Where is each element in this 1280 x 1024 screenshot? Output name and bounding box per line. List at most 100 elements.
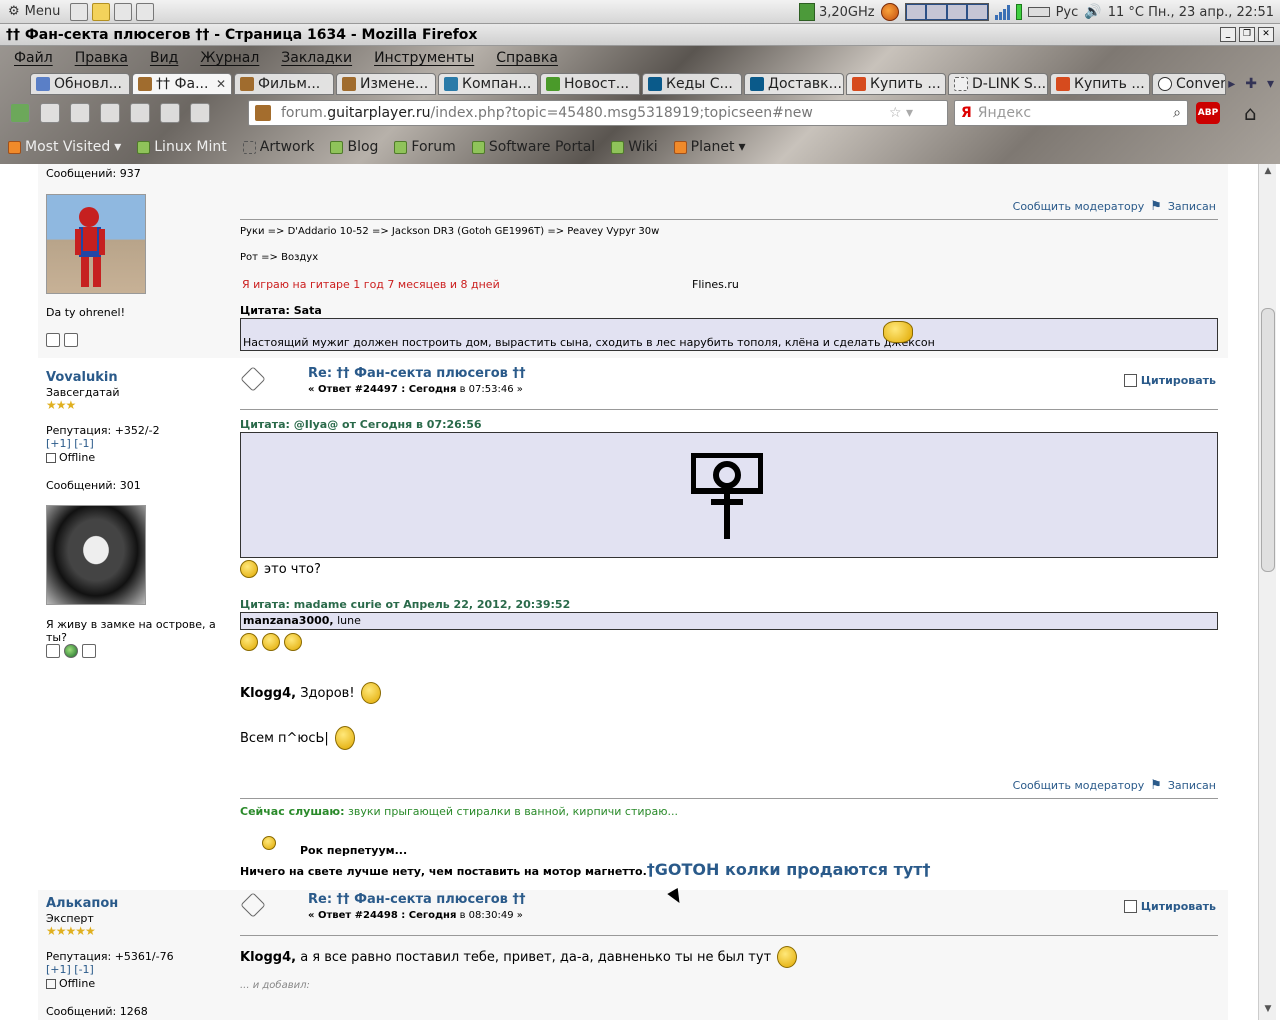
window-titlebar[interactable]: †† Фан-секта плюсегов †† - Страница 1634…	[0, 24, 1280, 46]
rss-icon	[673, 140, 687, 154]
firefox-taskbar-icon[interactable]	[880, 3, 899, 21]
bookmark-wiki[interactable]: Wiki	[603, 139, 665, 155]
back-icon[interactable]	[160, 103, 180, 123]
folder-launcher-icon[interactable]	[92, 2, 111, 21]
url-domain: guitarplayer.ru	[327, 105, 431, 121]
menu-history[interactable]: Журнал	[186, 48, 267, 70]
tab-label: †† Фа...	[156, 76, 209, 92]
addon-icon[interactable]	[100, 103, 120, 123]
report-moderator-link[interactable]: Сообщить модератору	[1013, 779, 1145, 792]
url-prefix: forum.	[281, 105, 328, 121]
forward-icon[interactable]	[190, 103, 210, 123]
browser-tab[interactable]: D-LINK S...	[948, 73, 1048, 95]
username-link[interactable]: Vovalukin	[46, 370, 118, 385]
menu-file[interactable]: Файл	[0, 48, 61, 70]
bookmark-planet[interactable]: Planet ▾	[666, 139, 754, 155]
bookmark-blog[interactable]: Blog	[322, 139, 386, 155]
menu-bookmarks[interactable]: Закладки	[267, 48, 360, 70]
quote-button[interactable]: Цитировать	[1123, 374, 1216, 387]
browser-tab-active[interactable]: †† Фа... ✕	[132, 73, 232, 95]
scroll-up-icon[interactable]: ▲	[1261, 166, 1275, 180]
page-scrollbar[interactable]: ▲ ▼	[1258, 164, 1276, 1020]
browser-tab[interactable]: Новост...	[540, 73, 640, 95]
post-text: Здоров!	[296, 685, 355, 701]
home-icon[interactable]: ⌂	[1244, 102, 1266, 124]
user-reputation: Репутация: +5361/-76	[46, 950, 174, 963]
addon-icon[interactable]	[70, 103, 90, 123]
post-meta: « Ответ #24498 : Сегодня в 08:30:49 »	[308, 910, 523, 921]
settings-launcher-icon[interactable]	[136, 2, 155, 21]
user-message-count: Сообщений: 1268	[46, 1005, 148, 1018]
website-globe-icon[interactable]	[64, 644, 78, 658]
minimize-button[interactable]: _	[1220, 27, 1236, 42]
user-reputation: Репутация: +352/-2	[46, 424, 160, 437]
maximize-button[interactable]: ❐	[1239, 27, 1255, 42]
site-identity-icon[interactable]	[255, 105, 271, 121]
browser-tab[interactable]: Компан...	[438, 73, 538, 95]
post-title-link[interactable]: Re: †† Фан-секта плюсегов ††	[308, 366, 525, 381]
new-tab-icon[interactable]: ✚	[1245, 76, 1257, 92]
flines-link[interactable]: Flines.ru	[692, 278, 739, 291]
tab-close-icon[interactable]: ✕	[216, 77, 226, 91]
url-bar[interactable]: forum. guitarplayer.ru/index.php?topic=45…	[248, 100, 948, 126]
browser-tab[interactable]: Кеды С...	[642, 73, 742, 95]
scrollbar-thumb[interactable]	[1261, 308, 1275, 572]
bookmark-star-icon[interactable]: ☆ ▾	[889, 105, 947, 121]
addon-icon[interactable]	[40, 103, 60, 123]
battery-icon[interactable]	[1015, 4, 1022, 20]
smiley-icon	[262, 836, 276, 850]
network-signal-icon[interactable]	[994, 4, 1010, 20]
search-engine-icon[interactable]: Я	[961, 105, 972, 121]
message-icon[interactable]	[64, 333, 78, 347]
browser-tab[interactable]: Доставк...	[744, 73, 844, 95]
username-link[interactable]: Алькапон	[46, 896, 118, 911]
bookmark-software-portal[interactable]: Software Portal	[464, 139, 603, 155]
volume-icon[interactable]: 🔊	[1084, 4, 1101, 20]
gotoh-link[interactable]: †GOTOH колки продаются тут†	[647, 860, 931, 879]
tab-scroll-right-icon[interactable]: ▸	[1228, 76, 1235, 92]
browser-tab[interactable]: Купить ...	[1050, 73, 1150, 95]
download-icon[interactable]	[10, 103, 30, 123]
quote-button[interactable]: Цитировать	[1123, 900, 1216, 913]
report-moderator-link[interactable]: Сообщить модератору	[1013, 200, 1145, 213]
terminal-launcher-icon[interactable]	[70, 2, 89, 21]
search-placeholder: Яндекс	[977, 105, 1032, 121]
browser-tab[interactable]: Фильм...	[234, 73, 334, 95]
browser-tab[interactable]: Conver	[1152, 73, 1226, 95]
browser-tab[interactable]: Измене...	[336, 73, 436, 95]
quote-box: manzana3000, lune	[240, 612, 1218, 630]
user-personal-text: Я живу в замке на острове, а ты?	[46, 618, 216, 644]
menu-tools[interactable]: Инструменты	[360, 48, 482, 70]
search-box[interactable]: Я Яндекс ⌕	[954, 100, 1188, 126]
tab-favicon-icon	[648, 77, 662, 91]
profile-icon[interactable]	[46, 644, 60, 658]
reputation-vote-links[interactable]: [+1] [-1]	[46, 963, 94, 976]
start-menu-button[interactable]: ⚙ Menu	[0, 0, 68, 24]
weather-clock[interactable]: 11 °C Пн., 23 апр., 22:51	[1108, 5, 1274, 20]
menu-view[interactable]: Вид	[136, 48, 186, 70]
bookmark-forum[interactable]: Forum	[386, 139, 463, 155]
keyboard-layout[interactable]: Рус	[1056, 5, 1079, 20]
close-button[interactable]: ✕	[1258, 27, 1274, 42]
post-title-link[interactable]: Re: †† Фан-секта плюсегов ††	[308, 892, 525, 907]
tab-list-icon[interactable]: ▾	[1267, 76, 1274, 92]
bookmark-linux-mint[interactable]: Linux Mint	[129, 139, 235, 155]
bookmark-artwork[interactable]: Artwork	[235, 139, 323, 155]
reputation-vote-links[interactable]: [+1] [-1]	[46, 437, 94, 450]
browser-tab[interactable]: Купить ...	[846, 73, 946, 95]
logged-icon: ⚑	[1150, 199, 1162, 214]
editor-launcher-icon[interactable]	[114, 2, 133, 21]
search-icon[interactable]: ⌕	[1173, 105, 1187, 121]
forum-post: Vovalukin Завсегдатай ★★★ Репутация: +35…	[38, 364, 1228, 886]
browser-tab[interactable]: Обновл...	[30, 73, 130, 95]
menu-edit[interactable]: Правка	[61, 48, 136, 70]
skype-icon[interactable]	[130, 103, 150, 123]
scroll-down-icon[interactable]: ▼	[1261, 1004, 1275, 1018]
bookmark-most-visited[interactable]: Most Visited ▾	[0, 139, 129, 155]
bookmarks-toolbar: Most Visited ▾ Linux Mint Artwork Blog F…	[0, 136, 754, 158]
cpu-monitor[interactable]: 3,20GHz	[798, 3, 875, 21]
profile-icon[interactable]	[46, 333, 60, 347]
adblock-plus-icon[interactable]: ABP	[1196, 102, 1220, 124]
message-icon[interactable]	[82, 644, 96, 658]
menu-help[interactable]: Справка	[482, 48, 566, 70]
